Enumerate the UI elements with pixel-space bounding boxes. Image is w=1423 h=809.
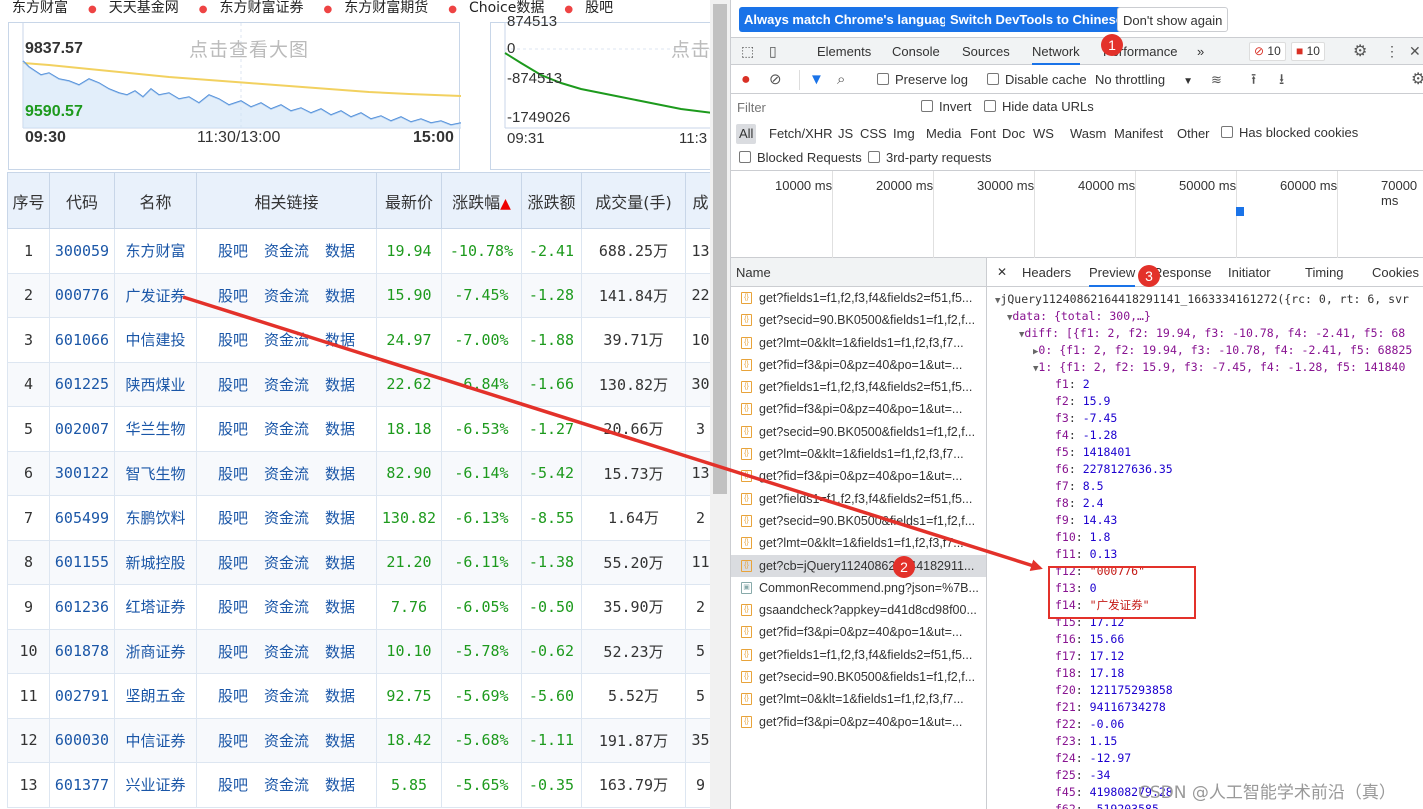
step-marker-3: 3 xyxy=(1138,265,1160,287)
step-marker-2: 2 xyxy=(893,556,915,578)
annotation-arrow-layer xyxy=(182,295,1043,572)
csdn-watermark: CSDN @人工智能学术前沿（真） xyxy=(1138,783,1396,803)
highlight-box xyxy=(1048,566,1196,619)
step-marker-1: 1 xyxy=(1101,34,1123,56)
annotation-arrow xyxy=(182,295,1043,572)
